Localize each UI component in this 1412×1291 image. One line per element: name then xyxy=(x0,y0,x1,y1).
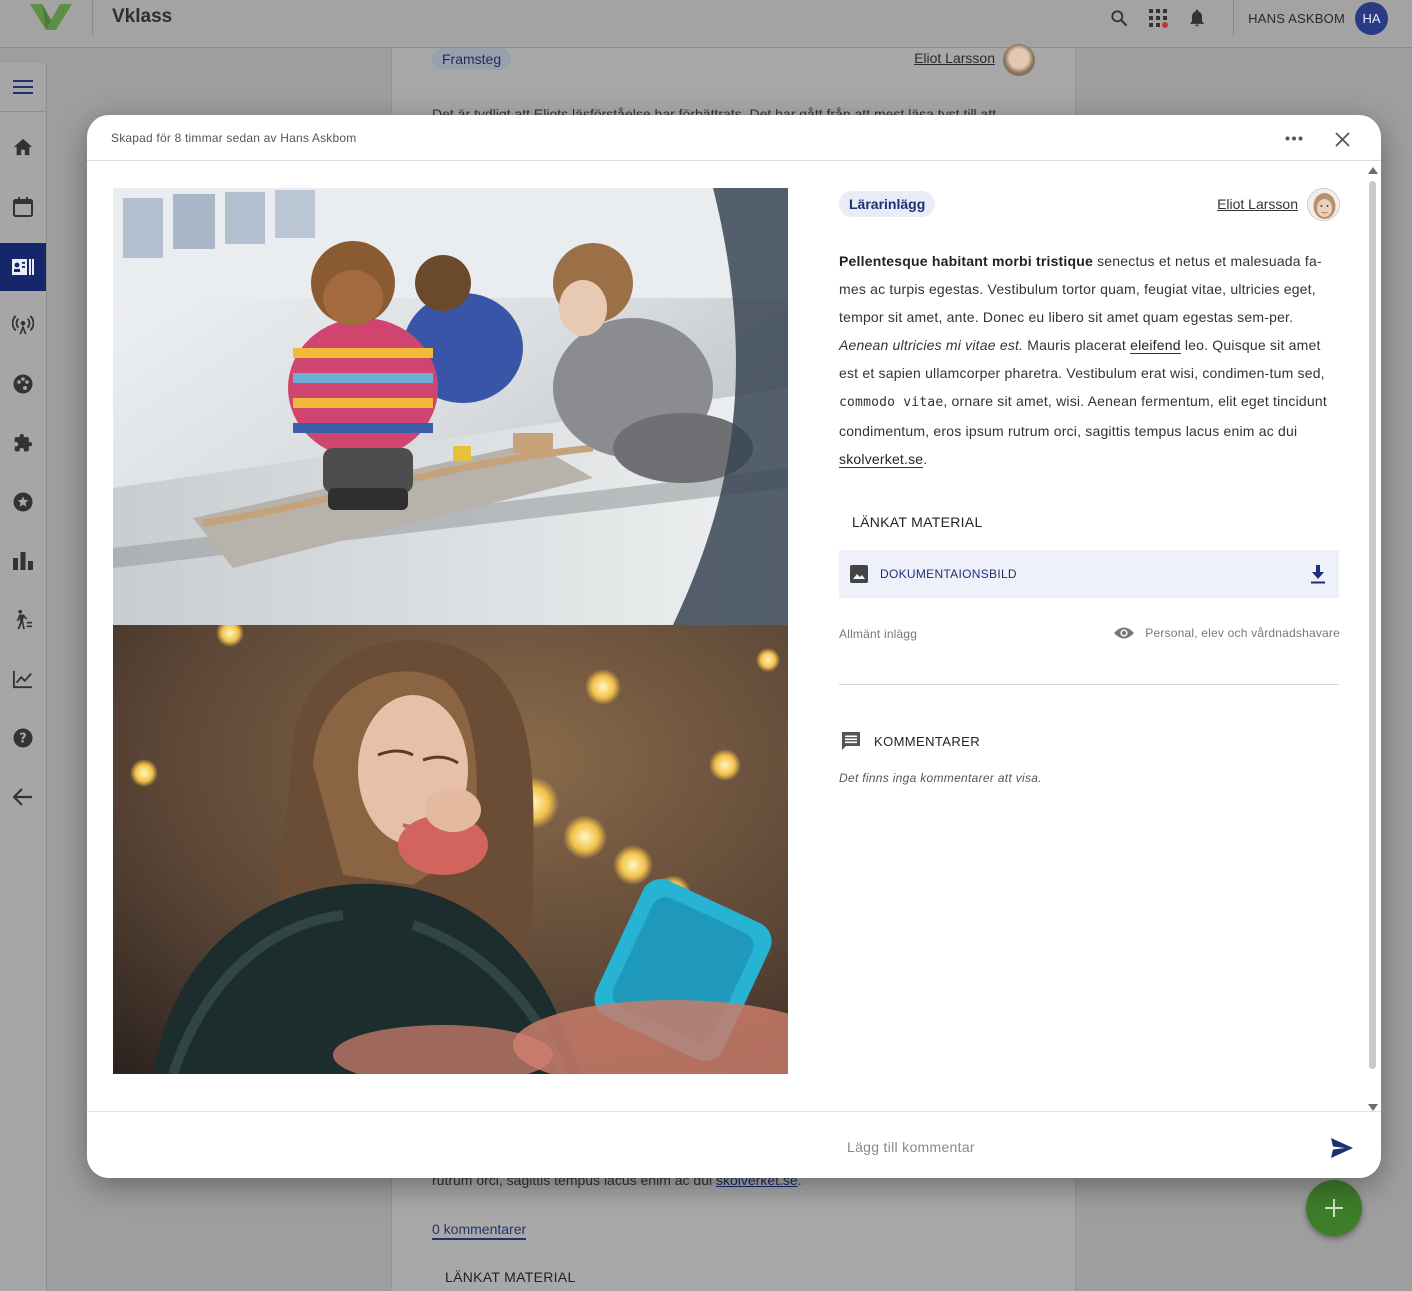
no-comments-message: Det finns inga kommentarer att visa. xyxy=(839,771,1042,785)
more-horizontal-icon xyxy=(1285,136,1303,140)
body-bold-text: Pellentesque habitant morbi tristique xyxy=(839,253,1093,269)
top-bar: Vklass HANS ASKBOM HA xyxy=(0,0,1412,48)
trend-chart-icon[interactable] xyxy=(0,655,46,703)
help-icon[interactable]: ? xyxy=(0,714,46,762)
image-icon xyxy=(848,563,870,585)
close-button[interactable] xyxy=(1330,127,1354,151)
apps-grid-icon[interactable] xyxy=(1147,7,1169,29)
top-divider xyxy=(1233,0,1235,36)
comments-title: KOMMENTARER xyxy=(874,733,980,749)
broadcast-icon[interactable] xyxy=(0,301,46,349)
linked-material-title: LÄNKAT MATERIAL xyxy=(852,514,983,530)
background-comments-link[interactable]: 0 kommentarer xyxy=(432,1221,527,1240)
visibility-type: Allmänt inlägg xyxy=(839,627,918,641)
more-options-button[interactable] xyxy=(1281,128,1307,148)
puzzle-icon[interactable] xyxy=(0,419,46,467)
visibility-audience: Personal, elev och vårdnadshavare xyxy=(1145,626,1340,640)
body-italic-text: Aenean ultricies mi vitae est. xyxy=(839,337,1024,353)
back-arrow-icon[interactable] xyxy=(0,773,46,821)
top-actions: HANS ASKBOM HA xyxy=(1108,0,1412,36)
download-button[interactable] xyxy=(1307,563,1329,585)
star-badge-icon[interactable] xyxy=(0,478,46,526)
search-icon[interactable] xyxy=(1108,7,1130,29)
menu-icon[interactable] xyxy=(0,63,46,111)
send-button[interactable] xyxy=(1329,1136,1355,1160)
home-icon[interactable] xyxy=(0,123,46,171)
section-divider xyxy=(839,684,1339,685)
scroll-up-arrow[interactable] xyxy=(1368,167,1378,174)
svg-text:?: ? xyxy=(19,732,27,747)
send-icon xyxy=(1331,1138,1353,1158)
body-code-text: commodo vitae xyxy=(839,395,944,410)
add-button[interactable] xyxy=(1306,1180,1362,1236)
linked-material-item[interactable]: DOKUMENTAIONSBILD xyxy=(839,550,1339,598)
post-dialog: Skapad för 8 timmar sedan av Hans Askbom xyxy=(87,115,1381,1178)
visibility-info: Personal, elev och vårdnadshavare xyxy=(1113,624,1340,642)
eleifend-link[interactable]: eleifend xyxy=(1130,337,1181,354)
brand-name: Vklass xyxy=(112,6,173,27)
background-tag: Framsteg xyxy=(432,48,512,70)
bar-chart-icon[interactable] xyxy=(0,537,46,585)
scroll-down-arrow[interactable] xyxy=(1368,1104,1378,1111)
dialog-scrollbar[interactable] xyxy=(1367,167,1379,1111)
plus-icon xyxy=(1325,1199,1343,1217)
dialog-header: Skapad för 8 timmar sedan av Hans Askbom xyxy=(87,115,1381,161)
post-type-tag: Lärarinlägg xyxy=(839,191,936,217)
comments-header: KOMMENTARER xyxy=(839,729,980,753)
background-author-link[interactable]: Eliot Larsson xyxy=(914,50,995,66)
photo-girl-with-phone[interactable] xyxy=(113,625,788,1074)
sidebar: ? xyxy=(0,63,47,1291)
journal-icon[interactable] xyxy=(0,243,46,291)
author-link[interactable]: Eliot Larsson xyxy=(1217,196,1298,212)
user-name[interactable]: HANS ASKBOM xyxy=(1248,11,1345,26)
comment-input[interactable] xyxy=(847,1132,1277,1162)
vklass-logo[interactable] xyxy=(28,2,74,32)
photo-children-playing[interactable] xyxy=(113,188,788,625)
sidebar-divider xyxy=(0,111,46,112)
eye-icon xyxy=(1113,624,1135,642)
user-avatar[interactable]: HA xyxy=(1355,1,1388,35)
comment-icon xyxy=(839,729,863,753)
progress-walker-icon[interactable] xyxy=(0,596,46,644)
post-body: Pellentesque habitant morbi tristique se… xyxy=(839,247,1339,473)
skolverket-link[interactable]: skolverket.se xyxy=(839,451,924,468)
logo-divider xyxy=(92,0,93,36)
calendar-icon[interactable] xyxy=(0,183,46,231)
created-info: Skapad för 8 timmar sedan av Hans Askbom xyxy=(111,131,357,145)
close-icon xyxy=(1334,131,1350,147)
scroll-thumb[interactable] xyxy=(1369,181,1376,1069)
download-icon xyxy=(1311,564,1325,583)
linked-material-label: DOKUMENTAIONSBILD xyxy=(880,567,1017,581)
background-linked-title: LÄNKAT MATERIAL xyxy=(445,1269,576,1285)
body-text-segment: . xyxy=(923,451,928,467)
notifications-icon[interactable] xyxy=(1186,7,1208,29)
dialog-footer xyxy=(87,1111,1381,1178)
palette-icon[interactable] xyxy=(0,360,46,408)
author-avatar[interactable] xyxy=(1307,188,1340,221)
background-author-avatar xyxy=(1003,44,1035,76)
body-text-segment: Mauris placerat xyxy=(1023,337,1131,353)
